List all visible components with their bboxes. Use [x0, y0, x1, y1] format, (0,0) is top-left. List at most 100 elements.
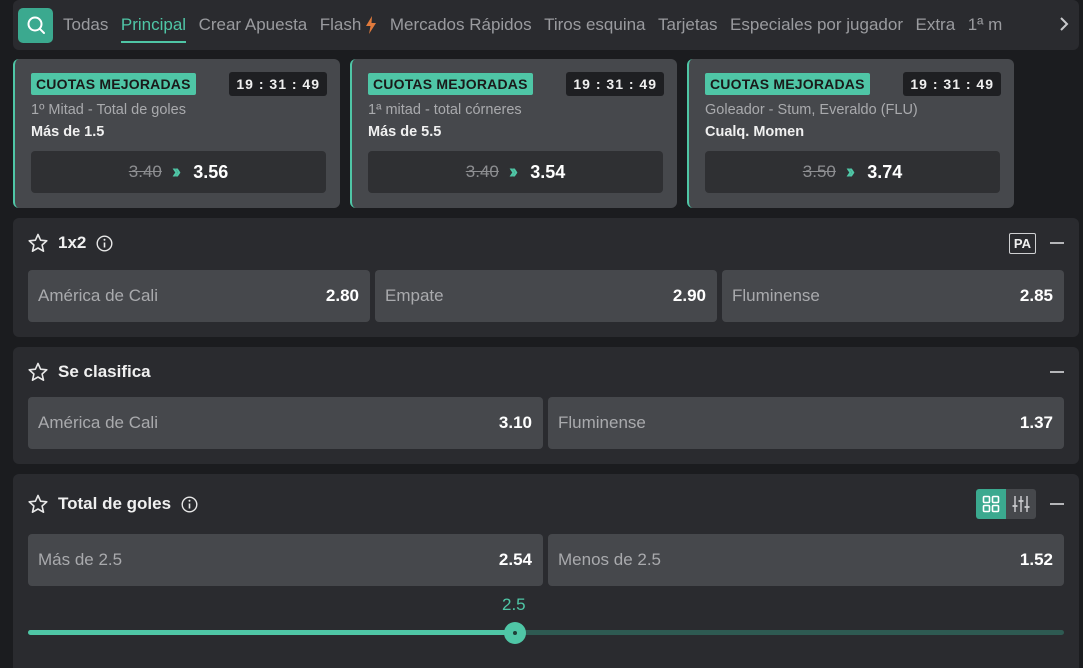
- nav-tabs: Todas Principal Crear Apuesta Flash Merc…: [63, 0, 1043, 50]
- boosted-badge: CUOTAS MEJORADAS: [31, 73, 196, 95]
- line-slider-thumb[interactable]: [503, 622, 526, 644]
- countdown-timer: 19 : 31 : 49: [229, 72, 327, 96]
- tab-flash-label: Flash: [319, 15, 362, 34]
- new-odd: 3.54: [530, 161, 566, 182]
- odd-button[interactable]: América de Cali 2.80: [28, 270, 370, 322]
- boosted-market: 1ª mitad - total córneres: [368, 102, 522, 118]
- market-total-goles: Total de goles Más de 2.5 2.54 Menos de …: [13, 474, 1079, 668]
- boosted-badge: CUOTAS MEJORADAS: [368, 73, 533, 95]
- odd-button[interactable]: Menos de 2.5 1.52: [548, 534, 1064, 586]
- odd-label: Más de 2.5: [38, 550, 123, 569]
- tab-flash[interactable]: Flash: [320, 0, 378, 50]
- chevron-right-icon: [1060, 17, 1069, 31]
- lightning-icon: [366, 16, 377, 34]
- odd-label: América de Cali: [38, 286, 158, 305]
- tab-principal[interactable]: Principal: [120, 0, 187, 50]
- tab-extra[interactable]: Extra: [916, 0, 956, 50]
- pa-badge[interactable]: PA: [1008, 232, 1036, 254]
- odd-value: 2.80: [325, 286, 359, 305]
- boosted-card: CUOTAS MEJORADAS 19 : 31 : 49 Goleador -…: [687, 59, 1014, 208]
- boosted-odds-carousel: CUOTAS MEJORADAS 19 : 31 : 49 1º Mitad -…: [13, 59, 1014, 208]
- new-odd: 3.56: [193, 161, 229, 182]
- market-se-clasifica: Se clasifica América de Cali 3.10 Flumin…: [13, 347, 1079, 464]
- nav-next-button[interactable]: [1059, 15, 1069, 38]
- odd-value: 2.90: [672, 286, 706, 305]
- info-icon[interactable]: [181, 495, 198, 513]
- boosted-odds-button[interactable]: 3.40 ›› 3.54: [368, 151, 663, 193]
- market-title: 1x2: [58, 233, 87, 252]
- boosted-selection: Más de 5.5: [368, 124, 442, 140]
- odd-button[interactable]: Empate 2.90: [375, 270, 717, 322]
- view-toggle: [976, 489, 1036, 519]
- odd-button[interactable]: América de Cali 3.10: [28, 397, 543, 449]
- market-header: Total de goles: [28, 479, 198, 529]
- tab-tiros-esquina[interactable]: Tiros esquina: [544, 0, 645, 50]
- tab-especiales-jugador[interactable]: Especiales por jugador: [730, 0, 903, 50]
- boosted-market: 1º Mitad - Total de goles: [31, 102, 186, 118]
- boosted-badge: CUOTAS MEJORADAS: [705, 73, 870, 95]
- odds-row: Más de 2.5 2.54 Menos de 2.5 1.52: [28, 534, 1064, 586]
- sliders-icon: [1012, 496, 1030, 512]
- boosted-selection: Cualq. Momen: [705, 124, 805, 140]
- double-chevron-icon: ››: [508, 160, 519, 183]
- odd-button[interactable]: Fluminense 1.37: [548, 397, 1064, 449]
- double-chevron-icon: ››: [171, 160, 182, 183]
- market-nav: Todas Principal Crear Apuesta Flash Merc…: [13, 0, 1079, 50]
- old-odd: 3.40: [128, 162, 162, 181]
- odd-button[interactable]: Más de 2.5 2.54: [28, 534, 543, 586]
- boosted-market: Goleador - Stum, Everaldo (FLU): [705, 102, 918, 118]
- star-icon[interactable]: [28, 233, 48, 253]
- tab-primera-mitad[interactable]: 1ª m: [968, 0, 1003, 50]
- odds-row: América de Cali 2.80 Empate 2.90 Flumine…: [28, 270, 1064, 322]
- collapse-icon[interactable]: [1050, 371, 1064, 373]
- star-icon[interactable]: [28, 494, 48, 514]
- odd-value: 3.10: [498, 413, 532, 432]
- tab-crear-apuesta[interactable]: Crear Apuesta: [199, 0, 308, 50]
- odd-label: Fluminense: [558, 413, 646, 432]
- grid-view-button[interactable]: [976, 489, 1006, 519]
- collapse-icon[interactable]: [1050, 503, 1064, 505]
- star-icon[interactable]: [28, 362, 48, 382]
- new-odd: 3.74: [867, 161, 903, 182]
- info-icon[interactable]: [96, 234, 113, 252]
- market-controls: [976, 479, 1064, 529]
- market-title: Se clasifica: [58, 362, 151, 381]
- tab-mercados-rapidos[interactable]: Mercados Rápidos: [390, 0, 532, 50]
- search-icon: [27, 16, 45, 34]
- tab-todas[interactable]: Todas: [63, 0, 108, 50]
- market-header: Se clasifica: [28, 347, 151, 397]
- boosted-odds-button[interactable]: 3.50 ›› 3.74: [705, 151, 1000, 193]
- boosted-selection: Más de 1.5: [31, 124, 105, 140]
- odd-button[interactable]: Fluminense 2.85: [722, 270, 1064, 322]
- old-odd: 3.40: [465, 162, 499, 181]
- market-1x2: 1x2 PA América de Cali 2.80 Empate 2.90 …: [13, 218, 1079, 337]
- countdown-timer: 19 : 31 : 49: [903, 72, 1001, 96]
- collapse-icon[interactable]: [1050, 242, 1064, 244]
- market-title: Total de goles: [58, 494, 172, 513]
- odd-label: América de Cali: [38, 413, 158, 432]
- odd-label: Empate: [385, 286, 444, 305]
- line-slider-fill: [28, 630, 515, 635]
- slider-view-button[interactable]: [1006, 489, 1036, 519]
- odd-label: Fluminense: [732, 286, 820, 305]
- market-controls: PA: [1008, 218, 1064, 268]
- market-header: 1x2: [28, 218, 113, 268]
- boosted-card: CUOTAS MEJORADAS 19 : 31 : 49 1º Mitad -…: [13, 59, 340, 208]
- odd-label: Menos de 2.5: [558, 550, 662, 569]
- old-odd: 3.50: [802, 162, 836, 181]
- countdown-timer: 19 : 31 : 49: [566, 72, 664, 96]
- boosted-card: CUOTAS MEJORADAS 19 : 31 : 49 1ª mitad -…: [350, 59, 677, 208]
- odds-row: América de Cali 3.10 Fluminense 1.37: [28, 397, 1064, 449]
- market-controls: [1050, 347, 1064, 397]
- odd-value: 2.54: [498, 550, 532, 569]
- tab-tarjetas[interactable]: Tarjetas: [658, 0, 718, 50]
- slider-value-label: 2.5: [502, 595, 526, 614]
- line-slider-track[interactable]: [28, 622, 1064, 644]
- odd-value: 1.37: [1019, 413, 1053, 432]
- grid-icon: [982, 495, 1000, 513]
- search-button[interactable]: [18, 7, 53, 43]
- boosted-odds-button[interactable]: 3.40 ›› 3.56: [31, 151, 326, 193]
- odd-value: 2.85: [1019, 286, 1053, 305]
- odd-value: 1.52: [1019, 550, 1053, 569]
- slider-thumb-dot: [512, 631, 517, 635]
